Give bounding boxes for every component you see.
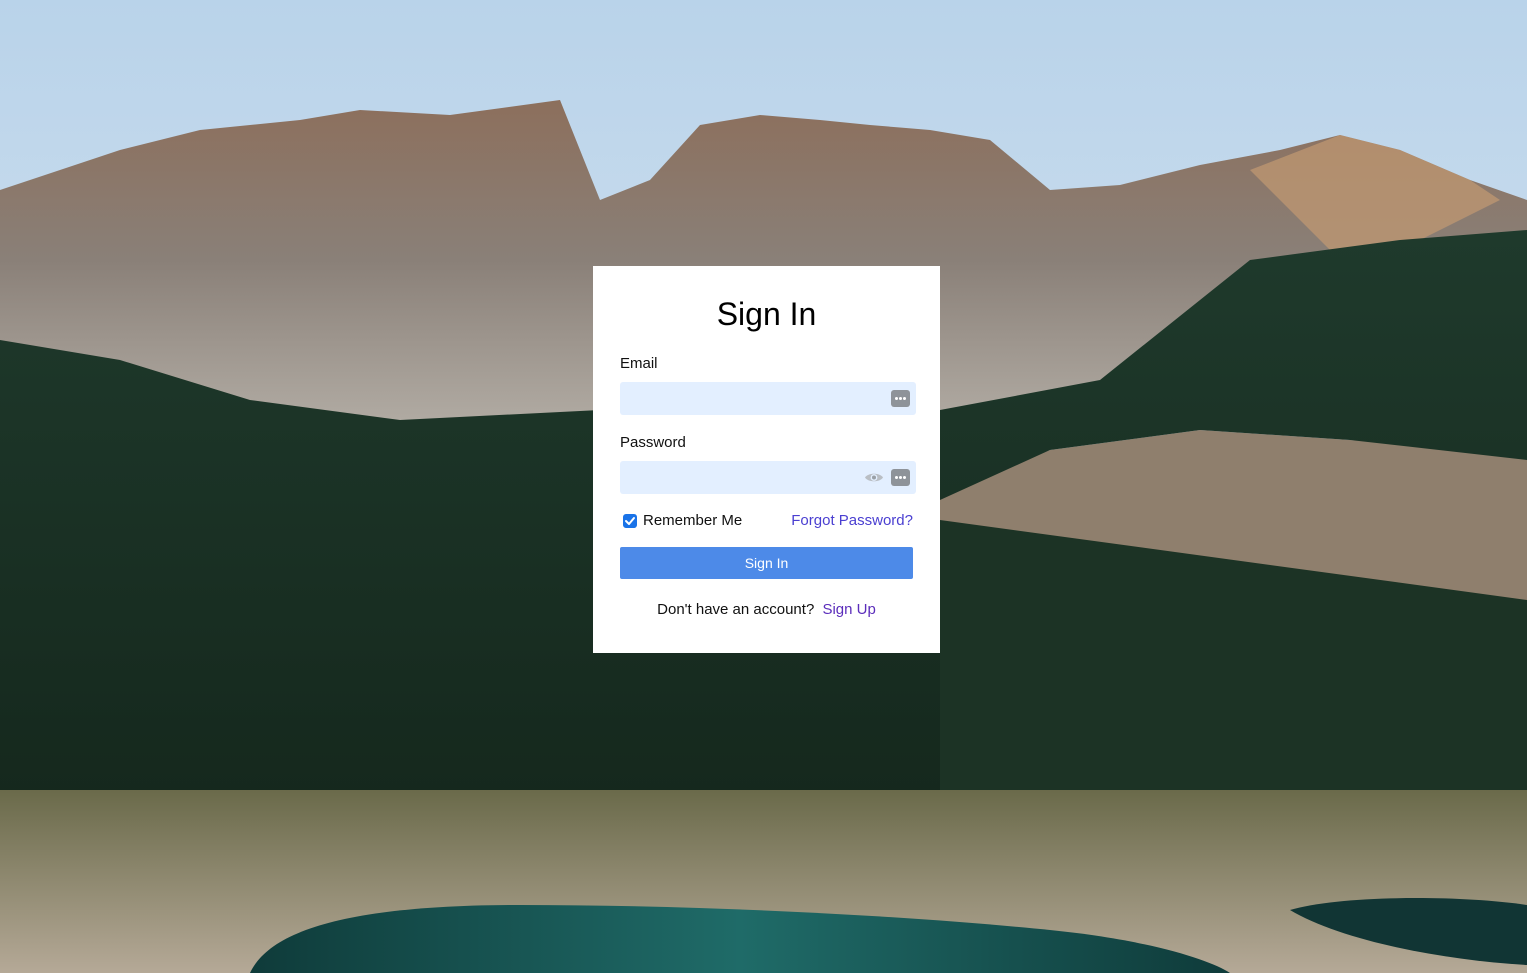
password-label: Password [620, 434, 686, 451]
password-field-container [620, 461, 916, 494]
remember-me-label: Remember Me [643, 512, 743, 529]
show-password-eye-icon[interactable] [864, 469, 884, 486]
password-manager-key-icon[interactable] [891, 469, 910, 486]
email-field-container [620, 382, 916, 415]
password-manager-key-icon[interactable] [891, 390, 910, 407]
email-label: Email [620, 355, 658, 372]
signup-prompt-text: Don't have an account? [657, 601, 815, 618]
signin-button[interactable]: Sign In [620, 547, 913, 579]
remember-me[interactable]: Remember Me [623, 512, 742, 529]
signup-prompt-row: Don't have an account? Sign Up [593, 601, 940, 618]
signup-link[interactable]: Sign Up [822, 601, 875, 618]
email-input[interactable] [620, 382, 916, 415]
signin-title: Sign In [716, 296, 817, 332]
signin-card: Sign In Email Password Remember Me Forgo [593, 266, 940, 653]
remember-me-checkbox[interactable] [623, 513, 637, 528]
forgot-password-link[interactable]: Forgot Password? [791, 512, 913, 529]
